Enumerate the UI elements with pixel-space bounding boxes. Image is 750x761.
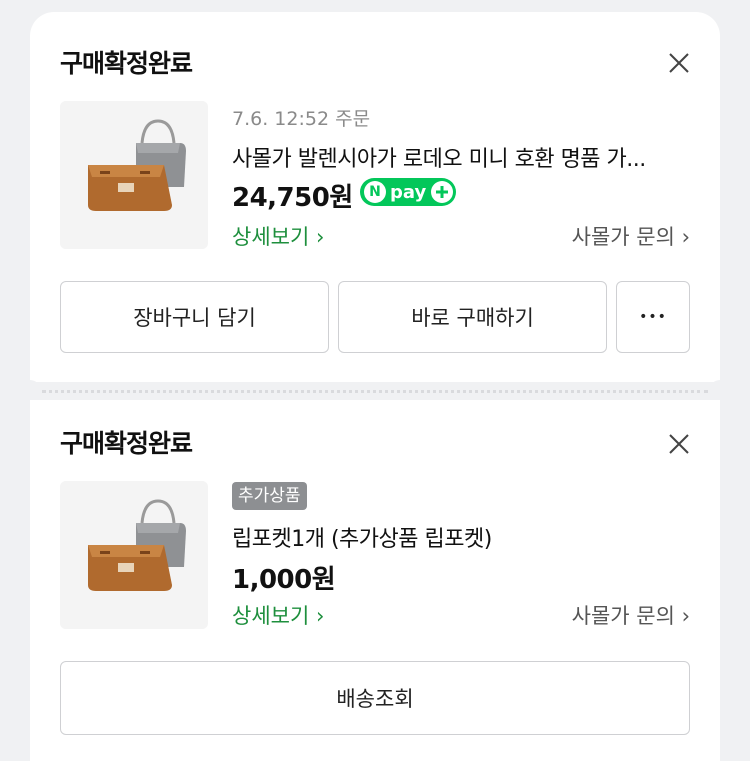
store-inquiry-link[interactable]: 사몰가 문의 › — [572, 221, 690, 251]
product-thumbnail[interactable] — [60, 101, 208, 249]
track-delivery-button[interactable]: 배송조회 — [60, 661, 690, 735]
add-to-cart-button[interactable]: 장바구니 담기 — [60, 281, 329, 353]
order-time: 7.6. 12:52 주문 — [232, 108, 371, 130]
npay-n-icon: N — [364, 181, 386, 203]
card-divider — [42, 390, 708, 393]
product-price: 1,000원 — [232, 565, 336, 595]
detail-link[interactable]: 상세보기 › — [232, 221, 324, 251]
detail-link[interactable]: 상세보기 › — [232, 600, 324, 630]
store-inquiry-link[interactable]: 사몰가 문의 › — [572, 600, 690, 630]
npay-label: pay — [390, 181, 427, 203]
ticket-notch-left — [19, 380, 41, 402]
close-icon[interactable] — [665, 49, 693, 77]
product-name[interactable]: 립포켓1개 (추가상품 립포켓) — [232, 521, 692, 553]
order-status-title: 구매확정완료 — [60, 429, 193, 458]
buy-now-button[interactable]: 바로 구매하기 — [338, 281, 607, 353]
ticket-notch-right — [709, 380, 731, 402]
close-icon[interactable] — [665, 430, 693, 458]
add-on-badge: 추가상품 — [232, 482, 307, 510]
product-price: 24,750원 — [232, 183, 353, 213]
order-card: 구매확정완료 7.6. 12:52 주문 사몰가 발렌시아가 로데오 미니 호환… — [30, 12, 720, 382]
order-card: 구매확정완료 추가상품 립포켓1개 (추가상품 립포켓) 1,000원 상세보기… — [30, 400, 720, 761]
plus-icon — [431, 181, 453, 203]
more-icon[interactable]: ••• — [616, 281, 690, 353]
order-status-title: 구매확정완료 — [60, 49, 193, 78]
product-thumbnail[interactable] — [60, 481, 208, 629]
product-name[interactable]: 사몰가 발렌시아가 로데오 미니 호환 명품 가... — [232, 141, 692, 173]
npay-logo: N pay — [360, 178, 456, 206]
